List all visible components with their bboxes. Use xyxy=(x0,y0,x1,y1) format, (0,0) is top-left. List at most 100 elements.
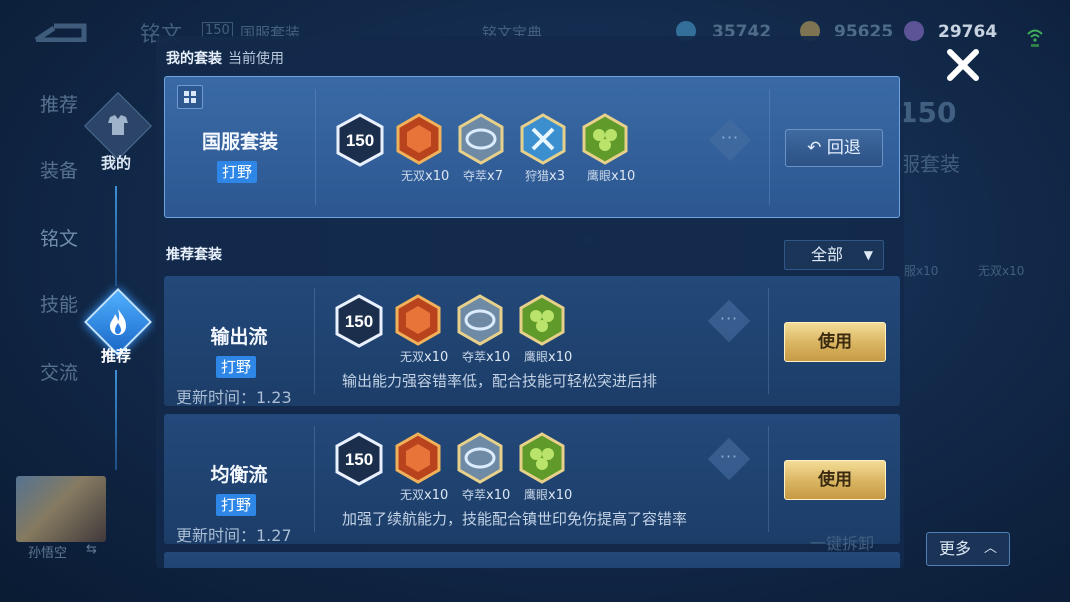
chevron-down-icon: ▼ xyxy=(863,248,873,262)
rail-line-top xyxy=(115,186,117,286)
back-button-label: 回退 xyxy=(826,138,861,158)
rune-count: x10 xyxy=(611,169,636,184)
rail-line-bottom xyxy=(115,370,117,470)
bg-level: 150 xyxy=(898,96,957,129)
rune-caption: 夺萃x10 xyxy=(462,486,510,503)
nav-item-equipment[interactable]: 装备 xyxy=(40,156,78,183)
rune-caption: 鹰眼x10 xyxy=(587,167,635,184)
current-set-role: 打野 xyxy=(217,161,257,183)
rune-name: 夺萃 xyxy=(463,169,488,183)
rune-count: x10 xyxy=(486,350,511,365)
rune-name: 无双 xyxy=(400,350,425,364)
more-button[interactable]: 更多 ︿ xyxy=(926,532,1010,566)
set-description: 加强了续航能力，技能配合镇世印免伤提高了容错率 xyxy=(342,510,688,528)
rune-count: x7 xyxy=(487,169,503,184)
rune-name: 无双 xyxy=(401,169,426,183)
rail-label-recommend: 推荐 xyxy=(100,347,131,365)
swap-icon[interactable]: ⇆ xyxy=(86,542,97,557)
crystal-count: 29764 xyxy=(938,22,998,42)
grid-icon[interactable] xyxy=(177,85,203,109)
set-role: 打野 xyxy=(216,494,256,516)
rune-count: x10 xyxy=(424,488,449,503)
recommended-title: 推荐套装 xyxy=(166,247,222,263)
my-sets-title: 我的套装 当前使用 xyxy=(166,48,284,68)
nav-item-social[interactable]: 交流 xyxy=(40,358,78,385)
level-150-badge: 150 xyxy=(335,294,383,348)
rune-caption: 狩猎x3 xyxy=(525,167,565,184)
update-time: 更新时间：1.27 xyxy=(176,526,292,545)
nav-item-runes[interactable]: 铭文 xyxy=(40,224,78,251)
divider xyxy=(768,426,769,532)
filter-label: 全部 xyxy=(811,245,844,264)
rune-caption: 无双x10 xyxy=(400,486,448,503)
recommended-set-card[interactable]: 均衡流 打野 更新时间：1.27 150 无双x10 夺萃x10 鹰眼x10 加… xyxy=(164,414,900,545)
hero-name: 孙悟空 xyxy=(28,546,68,561)
expand-runes-button[interactable]: ··· xyxy=(707,437,751,481)
divider xyxy=(315,89,316,205)
current-set-card[interactable]: 国服套装 打野 150 无双x10 夺萃x7 狩猎x3 鹰眼x10 ··· ↶ … xyxy=(164,76,900,218)
rune-name: 狩猎 xyxy=(525,169,550,183)
divider xyxy=(769,89,770,205)
set-name: 均衡流 xyxy=(210,464,268,486)
rune-count: x10 xyxy=(424,350,449,365)
rune-set-panel: 我的套装 当前使用 国服套装 打野 150 无双x10 夺萃x7 狩猎x3 鹰眼… xyxy=(156,36,904,568)
update-time: 更新时间：1.23 xyxy=(176,388,292,407)
use-button[interactable]: 使用 xyxy=(784,460,886,500)
undo-icon: ↶ xyxy=(807,138,822,158)
divider xyxy=(314,426,315,532)
ellipsis-icon: ··· xyxy=(720,128,740,147)
level-text: 150 xyxy=(345,450,373,469)
rune-duocui-icon[interactable] xyxy=(456,294,504,346)
ellipsis-icon: ··· xyxy=(719,309,739,328)
rune-caption: 夺萃x7 xyxy=(463,167,503,184)
rune-count: x10 xyxy=(548,488,573,503)
armor-icon xyxy=(108,115,128,135)
rune-count: x10 xyxy=(548,350,573,365)
close-icon[interactable] xyxy=(944,46,982,84)
hero-portrait[interactable] xyxy=(16,476,106,542)
expand-runes-button[interactable]: ··· xyxy=(708,118,752,162)
back-button[interactable]: ↶ 回退 xyxy=(785,129,883,167)
rune-caption: 鹰眼x10 xyxy=(524,486,572,503)
divider xyxy=(768,288,769,394)
rune-wushuang-icon[interactable] xyxy=(395,113,443,165)
rune-duocui-icon[interactable] xyxy=(457,113,505,165)
recommended-set-card[interactable]: 输出流 打野 更新时间：1.23 150 无双x10 夺萃x10 鹰眼x10 输… xyxy=(164,276,900,407)
more-label: 更多 xyxy=(939,539,972,558)
expand-runes-button[interactable]: ··· xyxy=(707,299,751,343)
divider xyxy=(314,288,315,394)
crystal-icon xyxy=(904,21,924,41)
rail-label-mine: 我的 xyxy=(100,154,131,172)
rune-name: 夺萃 xyxy=(462,350,487,364)
rune-caption: 夺萃x10 xyxy=(462,348,510,365)
rune-name: 鹰眼 xyxy=(524,350,549,364)
set-role: 打野 xyxy=(216,356,256,378)
rune-count: x10 xyxy=(425,169,450,184)
rune-name: 夺萃 xyxy=(462,488,487,502)
set-description: 输出能力强容错率低，配合技能可轻松突进后排 xyxy=(342,372,658,390)
filter-dropdown[interactable]: 全部 ▼ xyxy=(784,240,884,270)
rune-shoulie-icon[interactable] xyxy=(519,113,567,165)
level-text: 150 xyxy=(345,312,373,331)
recommended-set-card-partial[interactable] xyxy=(164,552,900,568)
flame-icon xyxy=(110,309,126,335)
rune-yingyan-icon[interactable] xyxy=(581,113,629,165)
rune-count: x10 xyxy=(486,488,511,503)
nav-item-skills[interactable]: 技能 xyxy=(40,290,78,317)
current-set-name: 国服套装 xyxy=(201,131,278,153)
rune-yingyan-icon[interactable] xyxy=(518,294,566,346)
use-button[interactable]: 使用 xyxy=(784,322,886,362)
rune-wushuang-icon[interactable] xyxy=(394,294,442,346)
level-text: 150 xyxy=(346,131,374,150)
rune-duocui-icon[interactable] xyxy=(456,432,504,484)
nav-item-recommend[interactable]: 推荐 xyxy=(40,90,78,117)
rune-yingyan-icon[interactable] xyxy=(518,432,566,484)
set-name: 输出流 xyxy=(210,326,268,348)
rune-caption: 无双x10 xyxy=(401,167,449,184)
rune-wushuang-icon[interactable] xyxy=(394,432,442,484)
bg-set-name: 服套装 xyxy=(900,152,960,176)
chevron-up-icon: ︿ xyxy=(983,541,997,556)
bg-caption-2: 无双x10 xyxy=(978,264,1025,278)
rune-name: 无双 xyxy=(400,488,425,502)
rune-count: x3 xyxy=(549,169,565,184)
